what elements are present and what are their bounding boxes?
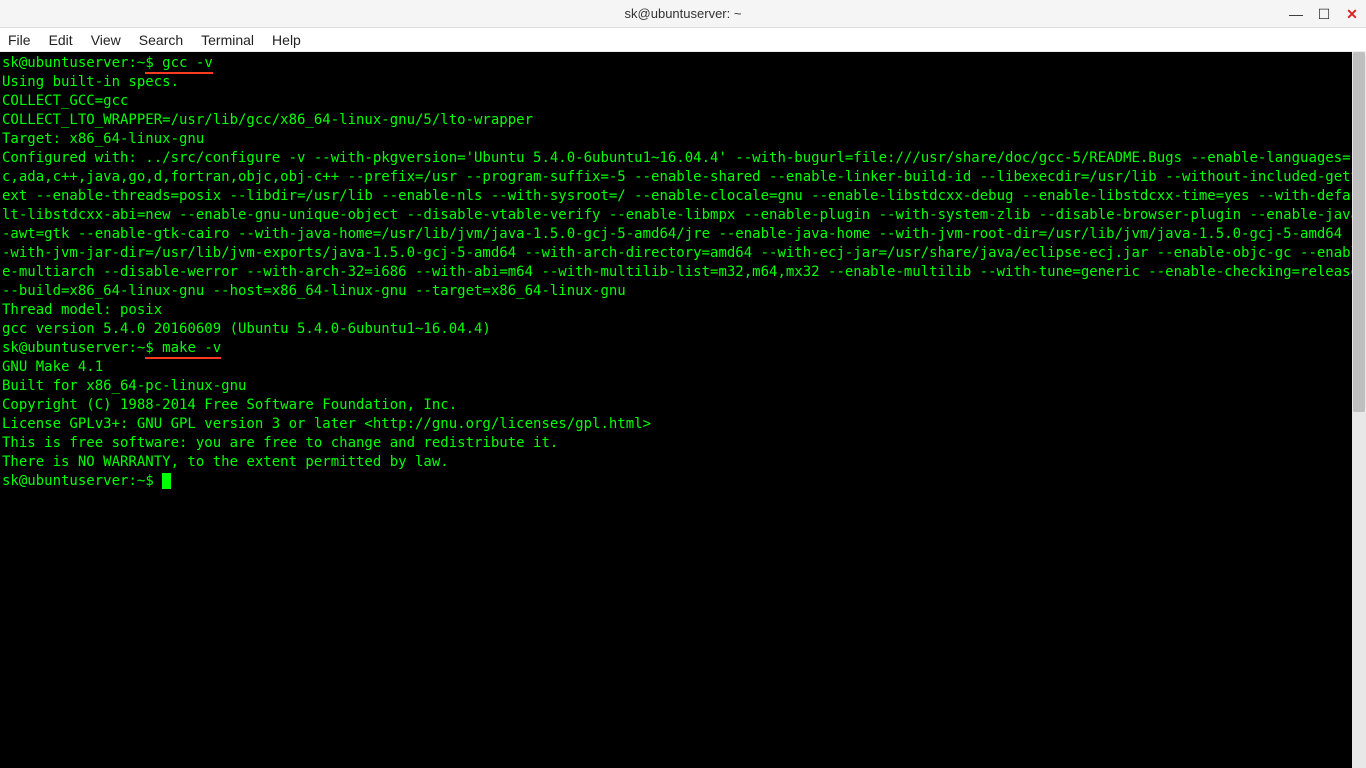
prompt-line-3: sk@ubuntuserver:~$: [2, 473, 162, 489]
prompt-line-1: sk@ubuntuserver:~$ gcc -v: [2, 55, 213, 74]
window-title: sk@ubuntuserver: ~: [625, 6, 742, 21]
output-line: This is free software: you are free to c…: [2, 435, 558, 451]
prompt-user: sk@ubuntuserver: [2, 473, 128, 489]
output-line: Using built-in specs.: [2, 74, 179, 90]
output-line: There is NO WARRANTY, to the extent perm…: [2, 454, 449, 470]
output-line: Target: x86_64-linux-gnu: [2, 131, 204, 147]
command-make: $ make -v: [145, 340, 221, 359]
output-line: Configured with: ../src/configure -v --w…: [2, 150, 1366, 299]
titlebar: sk@ubuntuserver: ~ — ☐ ✕: [0, 0, 1366, 28]
output-line: COLLECT_GCC=gcc: [2, 93, 128, 109]
prompt-user: sk@ubuntuserver: [2, 340, 128, 356]
menu-file[interactable]: File: [8, 32, 31, 48]
close-button[interactable]: ✕: [1344, 6, 1360, 22]
output-line: GNU Make 4.1: [2, 359, 103, 375]
command-gcc: $ gcc -v: [145, 55, 212, 74]
output-line: Copyright (C) 1988-2014 Free Software Fo…: [2, 397, 457, 413]
maximize-button[interactable]: ☐: [1316, 6, 1332, 22]
menu-edit[interactable]: Edit: [49, 32, 73, 48]
menu-view[interactable]: View: [91, 32, 121, 48]
scrollbar-thumb[interactable]: [1353, 52, 1365, 412]
cursor-icon: [162, 473, 171, 489]
menu-help[interactable]: Help: [272, 32, 301, 48]
output-line: Built for x86_64-pc-linux-gnu: [2, 378, 246, 394]
prompt-symbol: $: [145, 473, 162, 489]
prompt-user: sk@ubuntuserver: [2, 55, 128, 71]
menu-terminal[interactable]: Terminal: [201, 32, 254, 48]
menubar: File Edit View Search Terminal Help: [0, 28, 1366, 52]
menu-search[interactable]: Search: [139, 32, 183, 48]
minimize-button[interactable]: —: [1288, 6, 1304, 22]
output-line: gcc version 5.4.0 20160609 (Ubuntu 5.4.0…: [2, 321, 491, 337]
scrollbar[interactable]: [1352, 52, 1366, 768]
window-controls: — ☐ ✕: [1288, 0, 1360, 28]
prompt-line-2: sk@ubuntuserver:~$ make -v: [2, 340, 221, 359]
output-line: Thread model: posix: [2, 302, 162, 318]
terminal-area[interactable]: sk@ubuntuserver:~$ gcc -v Using built-in…: [0, 52, 1366, 768]
output-line: COLLECT_LTO_WRAPPER=/usr/lib/gcc/x86_64-…: [2, 112, 533, 128]
output-line: License GPLv3+: GNU GPL version 3 or lat…: [2, 416, 651, 432]
